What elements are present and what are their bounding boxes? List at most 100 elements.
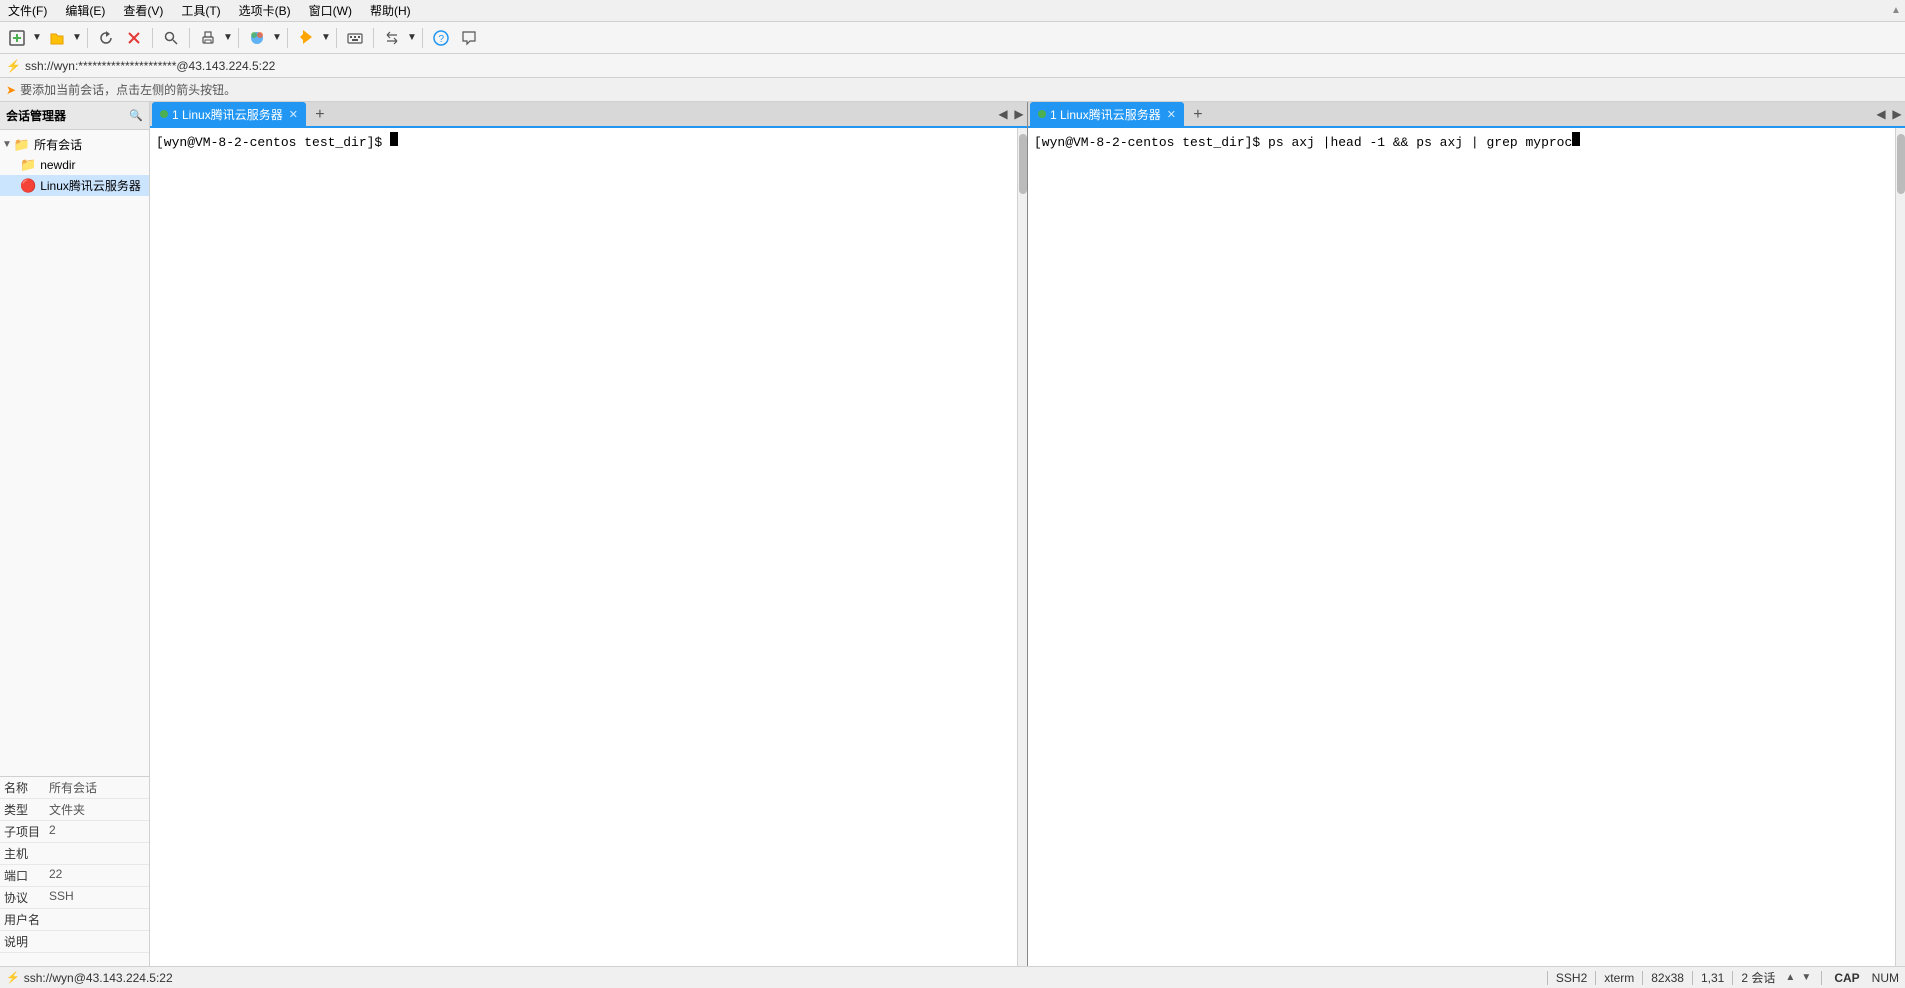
prop-key-host: 主机 [0,843,45,865]
tab-1-close[interactable]: ✕ [289,108,298,121]
prop-key-subitems: 子项目 [0,821,45,843]
prop-val-type: 文件夹 [45,799,149,821]
menu-tools[interactable]: 工具(T) [177,0,224,21]
status-nav-down[interactable]: ▼ [1799,971,1813,985]
toolbar: ▼ ▼ ▼ ▼ ▼ ▼ ? [0,22,1905,54]
prop-key-name: 名称 [0,777,45,799]
expand-icon-all: ▼ [2,139,12,150]
toolbar-sep-7 [373,28,374,48]
color-button[interactable] [244,25,270,51]
reconnect-button[interactable] [93,25,119,51]
menu-view[interactable]: 查看(V) [119,0,167,21]
term-2-scrollbar[interactable] [1895,128,1905,966]
toolbar-sep-1 [87,28,88,48]
status-right: SSH2 xterm 82x38 1,31 2 会话 ▲ ▼ CAP NUM [1547,969,1899,986]
tab-2-close[interactable]: ✕ [1167,108,1176,121]
sidebar-tree: ▼ 📁 所有会话 📁 newdir 🔴 Linux腾讯云服务器 [0,130,149,776]
menu-window[interactable]: 窗口(W) [305,0,356,21]
term-1-prompt: [wyn@VM-8-2-centos test_dir]$ [156,135,390,150]
tab-1-nav-left[interactable]: ◀ [995,102,1011,126]
terminal-1-content[interactable]: [wyn@VM-8-2-centos test_dir]$ [150,128,1017,966]
svg-text:?: ? [439,34,445,45]
term-1-scroll-thumb[interactable] [1019,134,1027,194]
prop-row-port: 端口 22 [0,865,149,887]
prop-row-username: 用户名 [0,909,149,931]
term-1-scrollbar[interactable] [1017,128,1027,966]
new-session-arrow[interactable]: ▼ [32,25,42,51]
toolbar-sep-2 [152,28,153,48]
disconnect-button[interactable] [121,25,147,51]
main-area: 会话管理器 🔍 ▼ 📁 所有会话 📁 newdir 🔴 Linux腾讯云服务器 [0,102,1905,966]
status-sep-6 [1821,971,1822,985]
status-cap-badge: CAP [1830,970,1863,986]
open-button[interactable] [44,25,70,51]
sidebar-item-newdir[interactable]: 📁 newdir [0,155,149,175]
tab-2-nav-right[interactable]: ▶ [1889,102,1905,126]
menu-help[interactable]: 帮助(H) [366,0,415,21]
script-button[interactable] [293,25,319,51]
prop-key-username: 用户名 [0,909,45,931]
tab-2-nav-left[interactable]: ◀ [1873,102,1889,126]
status-position: 1,31 [1701,971,1724,985]
menu-file[interactable]: 文件(F) [4,0,51,21]
prop-key-port: 端口 [0,865,45,887]
sidebar-item-all-sessions[interactable]: ▼ 📁 所有会话 [0,134,149,155]
print-arrow[interactable]: ▼ [223,25,233,51]
status-session-nav: ▲ ▼ [1783,971,1813,985]
term-2-wrapper: [wyn@VM-8-2-centos test_dir]$ ps axj |he… [1028,128,1905,966]
script-arrow[interactable]: ▼ [321,25,331,51]
tab-2-active[interactable]: 1 Linux腾讯云服务器 ✕ [1030,102,1184,126]
transfer-arrow[interactable]: ▼ [407,25,417,51]
tab-1-active[interactable]: 1 Linux腾讯云服务器 ✕ [152,102,306,126]
address-text: ssh://wyn:*********************@43.143.2… [25,59,275,73]
tab-1-label: 1 Linux腾讯云服务器 [172,106,283,123]
status-protocol: SSH2 [1556,971,1587,985]
menu-edit[interactable]: 编辑(E) [61,0,109,21]
prop-row-desc: 说明 [0,931,149,953]
sidebar-title: 会话管理器 [6,107,66,124]
terminal-2-content[interactable]: [wyn@VM-8-2-centos test_dir]$ ps axj |he… [1028,128,1895,966]
status-sep-3 [1642,971,1643,985]
tab-1-nav: ◀ ▶ [995,102,1027,126]
prop-val-subitems: 2 [45,821,149,843]
new-session-button[interactable] [4,25,30,51]
sidebar-label-all: 所有会话 [34,136,82,153]
prop-val-desc [45,931,149,953]
statusbar: ⚡ ssh://wyn@43.143.224.5:22 SSH2 xterm 8… [0,966,1905,988]
term-1-cursor [390,132,398,146]
keymap-button[interactable] [342,25,368,51]
term-2-scroll-thumb[interactable] [1897,134,1905,194]
find-button[interactable] [158,25,184,51]
print-button[interactable] [195,25,221,51]
open-arrow[interactable]: ▼ [72,25,82,51]
sidebar-label-linux: Linux腾讯云服务器 [40,177,141,194]
sidebar-label-newdir: newdir [40,158,75,172]
menu-tabs[interactable]: 选项卡(B) [235,0,295,21]
prop-val-username [45,909,149,931]
tab-2-add[interactable]: + [1187,104,1209,126]
sidebar-item-linux-tencent[interactable]: 🔴 Linux腾讯云服务器 [0,175,149,196]
menu-collapse[interactable]: ▲ [1891,5,1901,16]
tab-1-nav-right[interactable]: ▶ [1011,102,1027,126]
info-text: 要添加当前会话，点击左侧的箭头按钮。 [20,81,236,98]
status-sep-2 [1595,971,1596,985]
prop-key-desc: 说明 [0,931,45,953]
status-dimensions: 82x38 [1651,971,1684,985]
help-button[interactable]: ? [428,25,454,51]
status-nav-up[interactable]: ▲ [1783,971,1797,985]
tab-1-add[interactable]: + [309,104,331,126]
menubar: 文件(F) 编辑(E) 查看(V) 工具(T) 选项卡(B) 窗口(W) 帮助(… [0,0,1905,22]
color-arrow[interactable]: ▼ [272,25,282,51]
status-term: xterm [1604,971,1634,985]
sidebar-search-icon[interactable]: 🔍 [129,109,143,122]
toolbar-sep-3 [189,28,190,48]
folder-icon-all: 📁 [14,137,30,153]
transfer-button[interactable] [379,25,405,51]
tab-2-nav: ◀ ▶ [1873,102,1905,126]
properties-scroll[interactable]: 名称 所有会话 类型 文件夹 子项目 2 主机 [0,777,149,966]
properties-table: 名称 所有会话 类型 文件夹 子项目 2 主机 [0,777,149,953]
tab-1-dot [160,110,168,118]
term-1-wrapper: [wyn@VM-8-2-centos test_dir]$ [150,128,1027,966]
term-2-prompt: [wyn@VM-8-2-centos test_dir]$ ps axj |he… [1034,135,1572,150]
chat-button[interactable] [456,25,482,51]
